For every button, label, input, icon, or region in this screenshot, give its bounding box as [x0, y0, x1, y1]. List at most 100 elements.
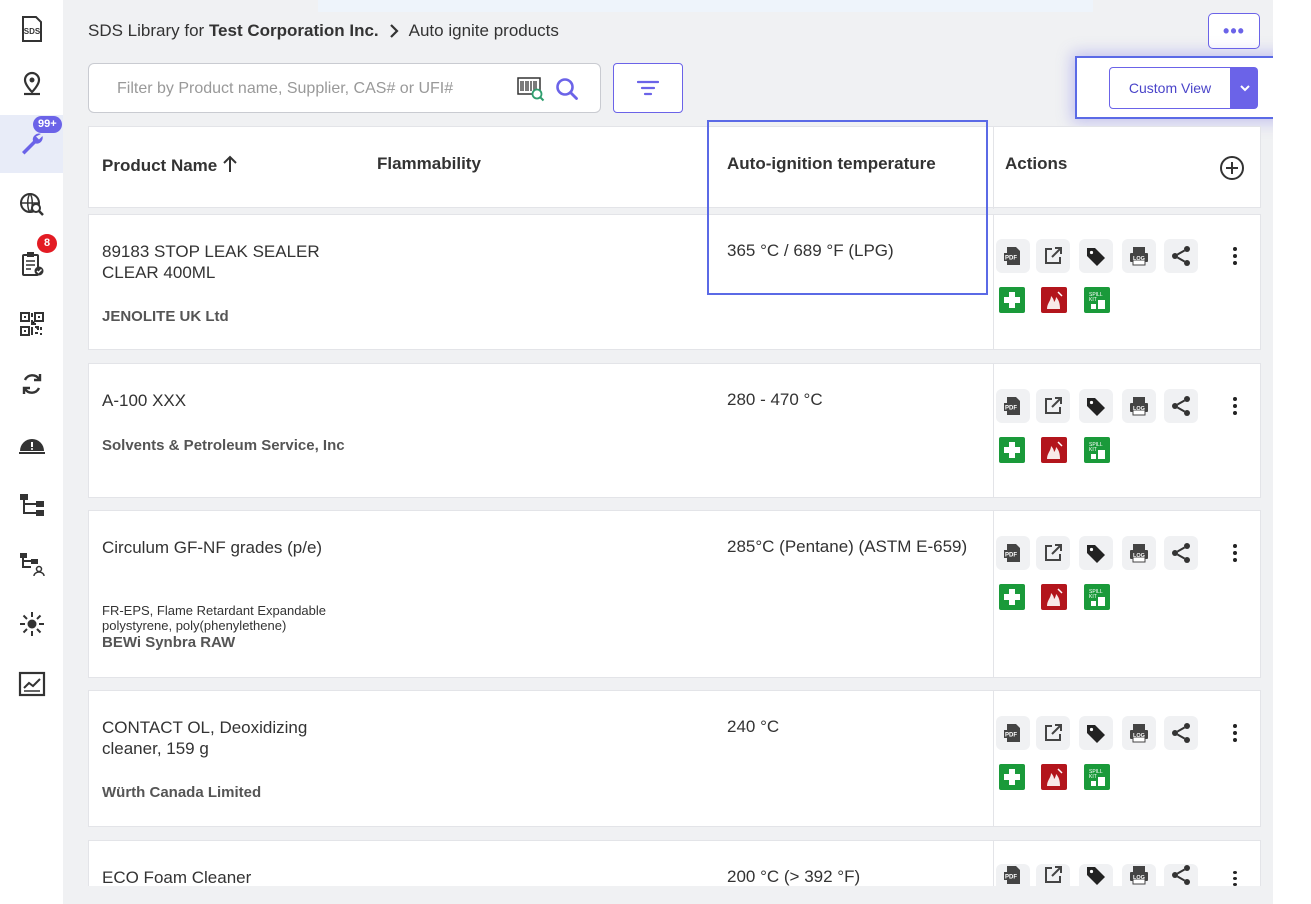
svg-text:PDF: PDF — [1005, 875, 1017, 881]
header-auto-ignition[interactable]: Auto-ignition temperature — [727, 154, 936, 174]
share-button[interactable] — [1164, 389, 1198, 423]
first-aid-icon[interactable] — [999, 437, 1025, 463]
custom-view-button[interactable]: Custom View — [1109, 67, 1231, 109]
product-name[interactable]: A-100 XXX — [102, 390, 352, 411]
search-input[interactable] — [117, 78, 507, 100]
row-menu-icon[interactable] — [1227, 867, 1243, 886]
nav-reports[interactable] — [0, 655, 63, 713]
search-icon[interactable] — [554, 76, 580, 102]
tag-icon — [1087, 545, 1105, 563]
fire-equipment-icon[interactable] — [1041, 287, 1067, 313]
external-link-button[interactable] — [1036, 536, 1070, 570]
pdf-button[interactable]: PDF — [996, 864, 1030, 886]
header-product-name[interactable]: Product Name — [102, 155, 238, 176]
nav-sun[interactable] — [0, 595, 63, 653]
row-menu-icon[interactable] — [1227, 242, 1243, 270]
pdf-icon: PDF — [1004, 724, 1020, 742]
spill-kit-icon[interactable]: SPILL KIT — [1084, 287, 1110, 313]
add-column-icon[interactable] — [1219, 155, 1245, 181]
supplier-name: Würth Canada Limited — [102, 784, 262, 801]
share-button[interactable] — [1164, 239, 1198, 273]
log-button[interactable]: LOG — [1122, 389, 1156, 423]
share-button[interactable] — [1164, 536, 1198, 570]
share-icon — [1172, 865, 1190, 885]
external-link-button[interactable] — [1036, 864, 1070, 886]
external-link-button[interactable] — [1036, 389, 1070, 423]
external-link-icon — [1045, 247, 1062, 264]
nav-hierarchy[interactable] — [0, 475, 63, 533]
auto-ignition-value: 200 °C (> 392 °F) — [727, 867, 861, 886]
row-menu-icon[interactable] — [1227, 719, 1243, 747]
spill-kit-icon[interactable]: SPILL KIT — [1084, 437, 1110, 463]
row-divider — [993, 691, 994, 826]
barcode-scan-icon[interactable] — [517, 76, 545, 102]
spill-kit-icon[interactable]: SPILL KIT — [1084, 584, 1110, 610]
pdf-button[interactable]: PDF — [996, 716, 1030, 750]
breadcrumb-root[interactable]: SDS Library for Test Corporation Inc. — [88, 21, 379, 41]
svg-text:LOG: LOG — [1133, 875, 1145, 881]
spill-kit-icon[interactable]: SPILL KIT — [1084, 764, 1110, 790]
auto-ignition-value: 280 - 470 °C — [727, 390, 823, 409]
tag-button[interactable] — [1079, 536, 1113, 570]
log-button[interactable]: LOG — [1122, 239, 1156, 273]
row-divider — [993, 841, 994, 886]
nav-global-search[interactable] — [0, 175, 63, 233]
nav-qr[interactable] — [0, 295, 63, 353]
breadcrumb: SDS Library for Test Corporation Inc. Au… — [88, 21, 559, 41]
table-row[interactable]: CONTACT OL, Deoxidizing cleaner, 159 g W… — [88, 690, 1261, 827]
table-row[interactable]: 89183 STOP LEAK SEALER CLEAR 400ML JENOL… — [88, 214, 1261, 350]
fire-equipment-icon[interactable] — [1041, 764, 1067, 790]
sort-ascending-icon — [223, 155, 237, 172]
log-button[interactable]: LOG — [1122, 864, 1156, 886]
pdf-icon: PDF — [1004, 544, 1020, 562]
more-options-button[interactable]: ••• — [1208, 13, 1260, 49]
product-name[interactable]: Circulum GF-NF grades (p/e) — [102, 537, 352, 558]
nav-sync[interactable] — [0, 355, 63, 413]
nav-location[interactable] — [0, 55, 63, 113]
share-icon — [1172, 246, 1190, 266]
tag-button[interactable] — [1079, 716, 1113, 750]
custom-view-dropdown[interactable] — [1231, 67, 1258, 109]
svg-text:LOG: LOG — [1133, 553, 1145, 559]
fire-equipment-icon[interactable] — [1041, 437, 1067, 463]
pdf-button[interactable]: PDF — [996, 239, 1030, 273]
auto-ignition-value: 285°C (Pentane) (ASTM E-659) — [727, 537, 968, 556]
custom-view-highlight: Custom View — [1075, 56, 1289, 119]
nav-tools[interactable]: 99+ — [0, 115, 63, 173]
first-aid-icon[interactable] — [999, 764, 1025, 790]
nav-hierarchy-user[interactable] — [0, 535, 63, 593]
product-name[interactable]: 89183 STOP LEAK SEALER CLEAR 400ML — [102, 241, 352, 283]
row-menu-icon[interactable] — [1227, 539, 1243, 567]
product-name[interactable]: CONTACT OL, Deoxidizing cleaner, 159 g — [102, 717, 352, 759]
filter-button[interactable] — [613, 63, 683, 113]
log-icon: LOG — [1130, 397, 1148, 416]
header-flammability[interactable]: Flammability — [377, 154, 481, 174]
log-button[interactable]: LOG — [1122, 716, 1156, 750]
nav-sds[interactable]: SDS — [0, 0, 63, 58]
filter-icon — [637, 80, 659, 96]
page-scroll-area[interactable] — [1273, 0, 1311, 904]
share-icon — [1172, 396, 1190, 416]
product-name[interactable]: ECO Foam Cleaner — [102, 867, 352, 886]
svg-text:PDF: PDF — [1005, 733, 1017, 739]
first-aid-icon[interactable] — [999, 584, 1025, 610]
nav-hazard[interactable] — [0, 415, 63, 473]
row-menu-icon[interactable] — [1227, 392, 1243, 420]
tag-button[interactable] — [1079, 239, 1113, 273]
external-link-button[interactable] — [1036, 716, 1070, 750]
tag-button[interactable] — [1079, 389, 1113, 423]
fire-equipment-icon[interactable] — [1041, 584, 1067, 610]
tag-button[interactable] — [1079, 864, 1113, 886]
pdf-button[interactable]: PDF — [996, 389, 1030, 423]
external-link-button[interactable] — [1036, 239, 1070, 273]
table-row[interactable]: A-100 XXX Solvents & Petroleum Service, … — [88, 363, 1261, 498]
first-aid-icon[interactable] — [999, 287, 1025, 313]
pdf-button[interactable]: PDF — [996, 536, 1030, 570]
log-button[interactable]: LOG — [1122, 536, 1156, 570]
auto-ignition-value: 240 °C — [727, 717, 780, 736]
svg-text:PDF: PDF — [1005, 406, 1017, 412]
share-button[interactable] — [1164, 716, 1198, 750]
share-button[interactable] — [1164, 864, 1198, 886]
hazard-dome-icon — [18, 439, 45, 454]
bottom-fade — [63, 886, 1273, 904]
